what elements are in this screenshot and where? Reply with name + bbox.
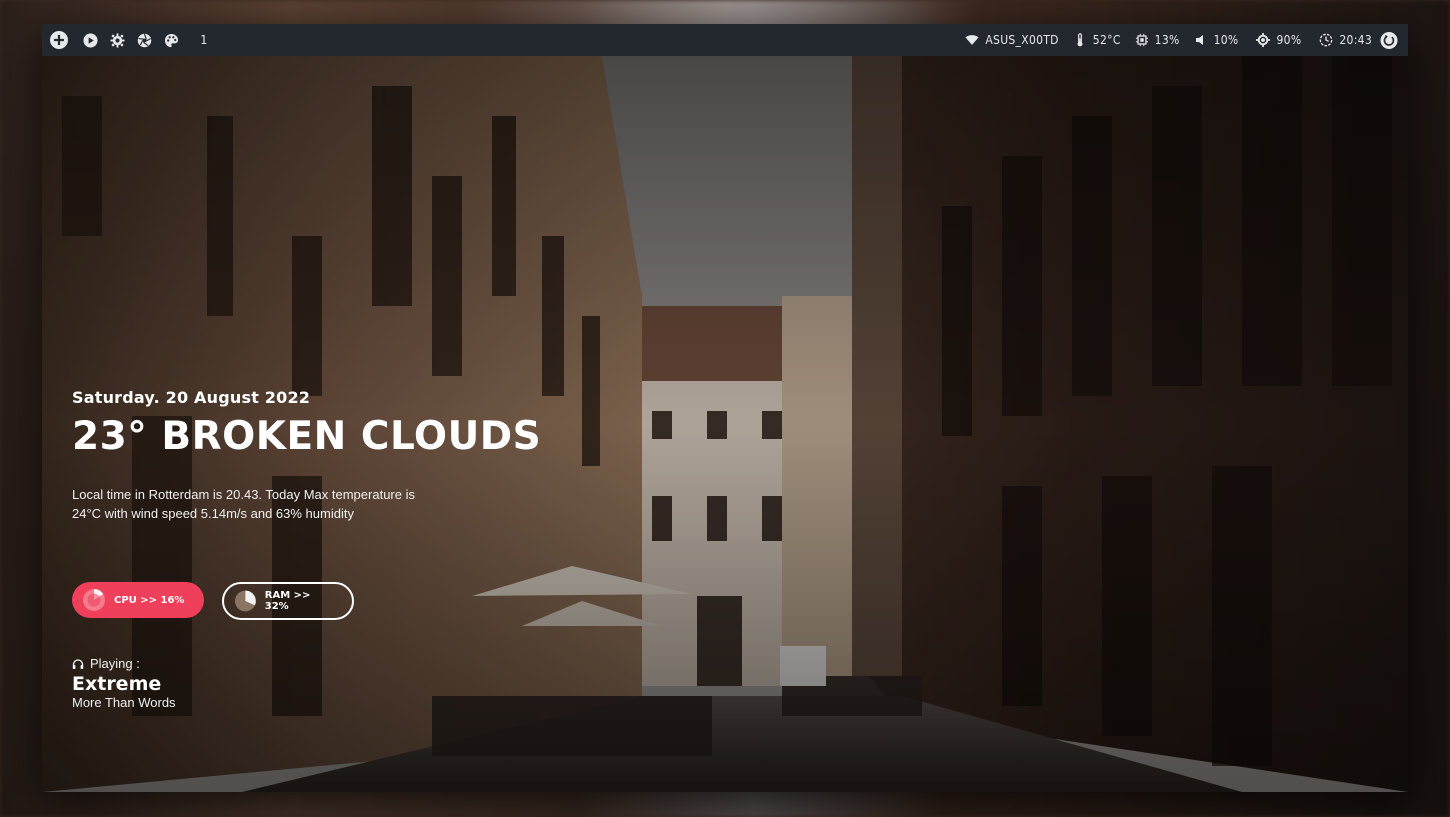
temperature-label: 52°C [1092,33,1121,47]
weather-description: Local time in Rotterdam is 20.43. Today … [72,487,415,521]
desktop-widget: Saturday. 20 August 2022 23° BROKEN CLOU… [72,388,542,710]
temperature-status[interactable]: 52°C [1073,33,1121,47]
clock-icon [1319,33,1333,47]
wifi-label: ASUS_X00TD [985,33,1059,47]
panel-right-section: ASUS_X00TD 52°C 13% 10% 90% 20:43 [965,24,1398,56]
cpu-usage-pill: CPU >> 16% [72,582,204,618]
ram-usage-label: RAM >> 32% [264,590,311,612]
brightness-status[interactable]: 90% [1256,33,1301,47]
system-usage-pills: CPU >> 16% RAM >> 32% [72,582,354,620]
weather-headline: 23° BROKEN CLOUDS [72,414,542,459]
add-icon[interactable] [50,31,68,49]
volume-status[interactable]: 10% [1194,33,1239,47]
now-playing-header: Playing : [72,656,372,671]
date-label: Saturday. 20 August 2022 [72,388,311,407]
wifi-icon [965,33,979,47]
brightness-icon [1256,33,1271,47]
thermometer-icon [1073,33,1087,47]
power-icon[interactable] [1380,31,1398,49]
volume-label: 10% [1213,33,1239,47]
clock-status[interactable]: 20:43 [1319,33,1372,47]
panel-left-section: 1 [50,24,207,56]
wifi-status[interactable]: ASUS_X00TD [965,33,1058,47]
desktop-screen: 1 ASUS_X00TD 52°C 13% 10% 90% 20:43 Satu… [42,24,1408,792]
workspace-indicator[interactable]: 1 [200,33,207,47]
clock-label: 20:43 [1339,33,1372,47]
brightness-label: 90% [1276,33,1302,47]
palette-icon[interactable] [162,31,180,49]
track-title[interactable]: Extreme [72,673,372,695]
play-icon[interactable] [81,31,99,49]
now-playing-label: Playing : [90,656,140,671]
top-panel: 1 ASUS_X00TD 52°C 13% 10% 90% 20:43 [42,24,1408,56]
volume-icon [1194,33,1208,47]
cpu-usage-label: CPU >> 16% [114,594,185,606]
cpu-status[interactable]: 13% [1135,33,1180,47]
cpu-icon [1135,33,1149,47]
headphones-icon [72,658,84,670]
track-artist: More Than Words [72,695,176,710]
aperture-icon[interactable] [135,31,153,49]
now-playing: Playing : Extreme More Than Words [72,656,372,710]
cpu-usage-pie [83,589,105,611]
ram-usage-pie [234,590,256,612]
settings-icon[interactable] [108,31,126,49]
ram-usage-pill: RAM >> 32% [222,582,354,620]
cpu-label: 13% [1154,33,1180,47]
